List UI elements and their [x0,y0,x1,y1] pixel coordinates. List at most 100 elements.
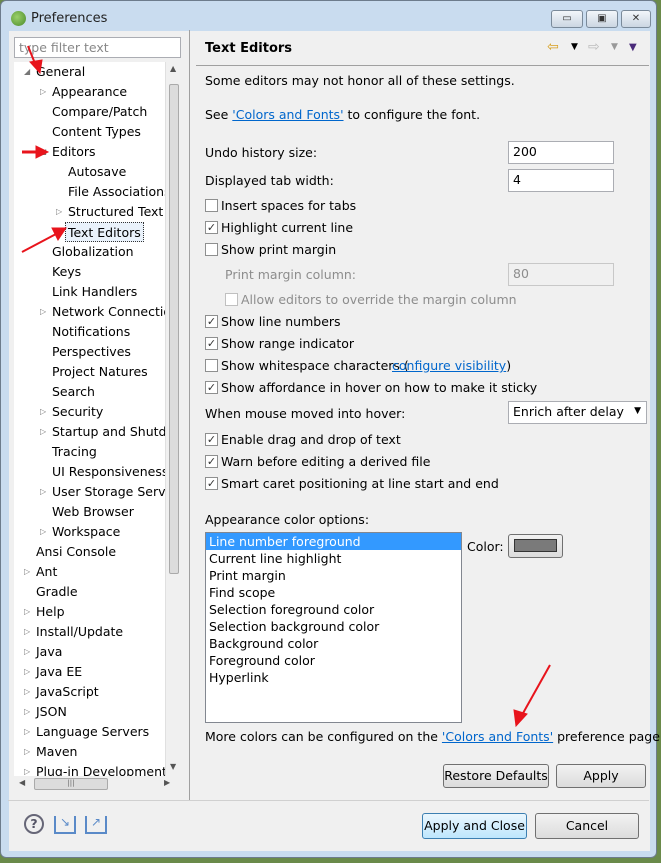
tree-item[interactable]: Text Editors [65,222,144,242]
expand-icon[interactable]: ▷ [24,647,30,656]
color-option[interactable]: Hyperlink [206,669,461,686]
expand-icon[interactable]: ▷ [24,627,30,636]
checkbox[interactable] [205,199,218,212]
expand-icon[interactable]: ▷ [24,767,30,776]
import-icon[interactable]: ↘ [54,816,76,834]
tree-item[interactable]: Globalization [52,242,134,262]
color-option[interactable]: Foreground color [206,652,461,669]
configure-visibility-link[interactable]: configure visibility [392,358,506,373]
maximize-button[interactable]: ▣ [586,10,618,28]
expand-icon[interactable]: ▷ [40,487,46,496]
back-icon[interactable]: ⇦ [547,39,559,55]
tree-item[interactable]: JavaScript [36,682,99,702]
restore-defaults-button[interactable]: Restore Defaults [443,764,549,788]
close-button[interactable]: ✕ [621,10,651,28]
tree-item[interactable]: Structured Text Editors [68,202,180,222]
tree-item[interactable]: Startup and Shutdown [52,422,180,442]
tree-item[interactable]: User Storage Service [52,482,180,502]
expand-icon[interactable]: ▷ [24,747,30,756]
checkbox[interactable]: ✓ [205,433,218,446]
tree-item[interactable]: Notifications [52,322,130,342]
scroll-down-icon[interactable]: ▼ [170,762,176,771]
tree-item[interactable]: Autosave [68,162,126,182]
tree-item[interactable]: Search [52,382,95,402]
tree-horizontal-scrollbar[interactable]: ◀ ||| ▶ [14,776,181,793]
checkbox[interactable]: ✓ [205,315,218,328]
apply-and-close-button[interactable]: Apply and Close [422,813,527,839]
tree-item[interactable]: Editors [52,142,96,162]
tree-item[interactable]: JSON [36,702,67,722]
cancel-button[interactable]: Cancel [535,813,639,839]
allow-override-checkbox[interactable] [225,293,238,306]
tree-item[interactable]: Ant [36,562,57,582]
scroll-thumb-h[interactable]: ||| [34,778,108,790]
pane-divider[interactable] [189,30,190,800]
checkbox[interactable]: ✓ [205,477,218,490]
color-option[interactable]: Print margin [206,567,461,584]
tree-item[interactable]: Link Handlers [52,282,137,302]
colors-fonts-link[interactable]: 'Colors and Fonts' [232,107,343,122]
tree-item[interactable]: General [36,62,85,82]
margin-column-input[interactable]: 80 [508,263,614,286]
tree-item[interactable]: Appearance [52,82,127,102]
expand-icon[interactable]: ▷ [40,307,46,316]
expand-icon[interactable]: ▷ [40,407,46,416]
tree-item[interactable]: Help [36,602,65,622]
tree-item[interactable]: Workspace [52,522,120,542]
expand-icon[interactable]: ▷ [24,727,30,736]
view-menu-icon[interactable]: ▼ [629,42,637,53]
scroll-up-icon[interactable]: ▲ [170,64,176,73]
tree-item[interactable]: Compare/Patch [52,102,147,122]
tab-width-input[interactable]: 4 [508,169,614,192]
forward-menu-icon[interactable]: ▼ [611,42,618,52]
checkbox[interactable]: ✓ [205,381,218,394]
minimize-button[interactable]: ▭ [551,10,583,28]
collapse-icon[interactable]: ◢ [40,147,46,156]
tree-item[interactable]: Security [52,402,103,422]
checkbox[interactable]: ✓ [205,455,218,468]
tree-item[interactable]: Content Types [52,122,141,142]
color-option[interactable]: Selection background color [206,618,461,635]
tree-item[interactable]: Keys [52,262,81,282]
tree-item[interactable]: Gradle [36,582,78,602]
tree-item[interactable]: Tracing [52,442,97,462]
tree-item[interactable]: UI Responsiveness [52,462,168,482]
expand-icon[interactable]: ▷ [24,667,30,676]
color-option[interactable]: Current line highlight [206,550,461,567]
expand-icon[interactable]: ▷ [24,687,30,696]
tree-item[interactable]: Java [36,642,62,662]
tree-item[interactable]: Language Servers [36,722,149,742]
filter-input[interactable]: type filter text [14,37,181,58]
tree-item[interactable]: File Associations [68,182,171,202]
help-icon[interactable]: ? [24,814,44,834]
colors-fonts-link-2[interactable]: 'Colors and Fonts' [442,729,553,744]
checkbox[interactable] [205,243,218,256]
apply-button[interactable]: Apply [556,764,646,788]
color-option[interactable]: Find scope [206,584,461,601]
checkbox[interactable]: ✓ [205,337,218,350]
color-option[interactable]: Line number foreground [206,533,461,550]
expand-icon[interactable]: ▷ [56,207,62,216]
scroll-left-icon[interactable]: ◀ [19,778,25,787]
collapse-icon[interactable]: ◢ [24,67,30,76]
color-option[interactable]: Selection foreground color [206,601,461,618]
tree-item[interactable]: Network Connections [52,302,180,322]
expand-icon[interactable]: ▷ [40,427,46,436]
export-icon[interactable]: ↗ [85,816,107,834]
color-option[interactable]: Background color [206,635,461,652]
back-menu-icon[interactable]: ▼ [571,42,578,52]
tree-item[interactable]: Ansi Console [36,542,116,562]
color-picker-button[interactable] [508,534,563,558]
color-options-list[interactable]: Line number foreground Current line highl… [205,532,462,723]
forward-icon[interactable]: ⇨ [588,39,600,55]
expand-icon[interactable]: ▷ [40,527,46,536]
tree-item[interactable]: Java EE [36,662,82,682]
hover-select[interactable]: Enrich after delay ▼ [508,401,647,424]
tree-item[interactable]: Web Browser [52,502,134,522]
scroll-right-icon[interactable]: ▶ [164,778,170,787]
expand-icon[interactable]: ▷ [40,87,46,96]
checkbox[interactable] [205,359,218,372]
expand-icon[interactable]: ▷ [24,567,30,576]
tree-item[interactable]: Install/Update [36,622,123,642]
tree-item[interactable]: Maven [36,742,77,762]
